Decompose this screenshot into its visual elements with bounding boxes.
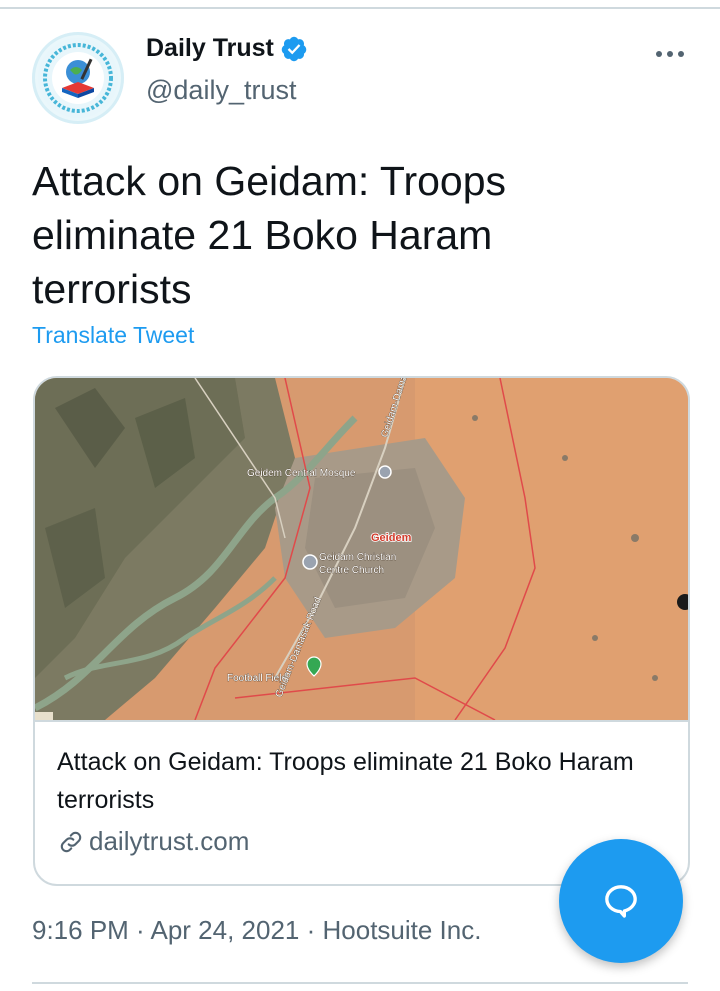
map-label-church-line2: Centre Church xyxy=(319,565,384,576)
card-domain-text: dailytrust.com xyxy=(89,826,250,856)
more-options-button[interactable] xyxy=(650,42,690,66)
tweet-text: Attack on Geidam: Troops eliminate 21 Bo… xyxy=(32,158,507,312)
daily-trust-logo-icon xyxy=(38,38,118,118)
tweet-meta: 9:16 PM · Apr 24, 2021 · Hootsuite Inc. xyxy=(32,915,482,945)
bottom-divider xyxy=(32,982,688,984)
translate-tweet-link[interactable]: Translate Tweet xyxy=(32,322,194,349)
map-label-town: Geidem xyxy=(371,532,412,544)
more-dots-icon xyxy=(656,51,684,57)
compose-reply-icon xyxy=(605,885,637,918)
verified-badge-icon xyxy=(281,36,307,61)
map-thumbnail-image: Geidem Central Mosque Geidem Geidam Chri… xyxy=(35,378,688,720)
link-card[interactable]: Geidem Central Mosque Geidem Geidam Chri… xyxy=(33,376,690,886)
author-handle[interactable]: @daily_trust xyxy=(146,75,296,106)
link-icon xyxy=(60,831,82,852)
top-divider xyxy=(0,7,720,9)
compose-reply-button[interactable] xyxy=(559,839,683,963)
author-name-row[interactable]: Daily Trust xyxy=(146,34,308,63)
card-domain[interactable]: dailytrust.com xyxy=(57,826,249,857)
card-divider xyxy=(35,720,688,722)
author-display-name[interactable]: Daily Trust xyxy=(146,34,274,63)
author-avatar[interactable] xyxy=(32,32,124,124)
map-label-church-line1: Geidam Christian xyxy=(319,552,396,563)
map-label-mosque: Geidem Central Mosque xyxy=(247,468,356,479)
card-title[interactable]: Attack on Geidam: Troops eliminate 21 Bo… xyxy=(57,743,657,819)
